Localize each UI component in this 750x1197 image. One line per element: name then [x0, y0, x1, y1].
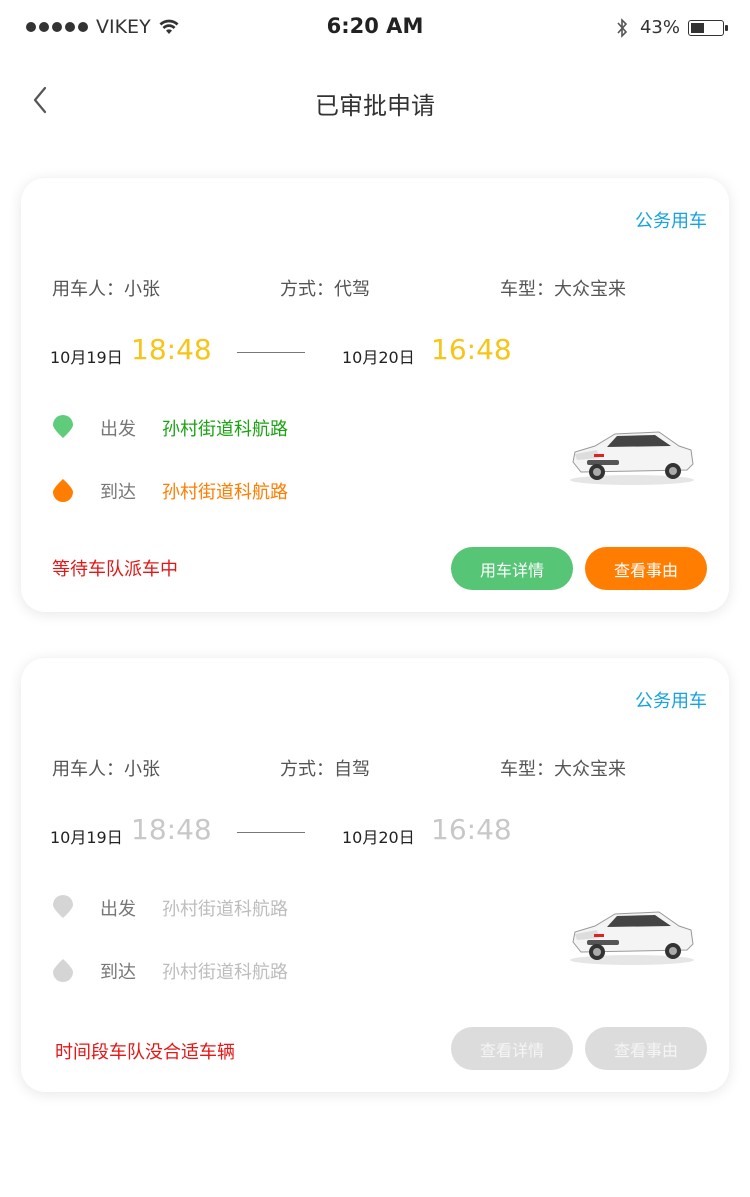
car-model: 车型：大众宝来	[500, 279, 626, 300]
time-range: 10月19日 18:48 10月20日 16:48	[50, 333, 710, 373]
start-date: 10月19日	[50, 348, 123, 367]
departure-pin-icon	[53, 895, 73, 918]
drive-mode: 方式：自驾	[280, 759, 370, 780]
departure-pin-icon	[53, 415, 73, 438]
arrival-row: 到达 孙村街道科航路	[52, 476, 452, 506]
car-details-button[interactable]: 用车详情	[451, 547, 573, 590]
time-range: 10月19日 18:48 10月20日 16:48	[50, 813, 710, 853]
arrival-label: 到达	[100, 962, 136, 983]
time-separator	[237, 832, 305, 833]
departure-address: 孙村街道科航路	[162, 419, 288, 440]
time-separator	[237, 352, 305, 353]
departure-label: 出发	[100, 899, 136, 920]
approval-status: 等待车队派车中	[52, 559, 178, 580]
departure-row: 出发 孙村街道科航路	[52, 893, 452, 923]
start-time: 18:48	[131, 333, 212, 366]
end-time: 16:48	[431, 813, 512, 846]
arrival-address: 孙村街道科航路	[162, 482, 288, 503]
status-right: 43%	[616, 17, 728, 38]
battery-percent: 43%	[639, 17, 680, 38]
approval-status: 时间段车队没合适车辆	[55, 1042, 235, 1063]
arrival-pin-icon	[53, 479, 73, 502]
view-details-button[interactable]: 查看详情	[451, 1027, 573, 1070]
status-bar: VIKEY 6:20 AM 43%	[0, 0, 750, 56]
departure-address: 孙村街道科航路	[162, 899, 288, 920]
car-type-tag: 公务用车	[635, 691, 707, 712]
user-name: 用车人：小张	[52, 279, 160, 300]
page-title: 已审批申请	[315, 92, 435, 120]
view-reason-button[interactable]: 查看事由	[585, 547, 707, 590]
end-time: 16:48	[431, 333, 512, 366]
arrival-pin-icon	[53, 959, 73, 982]
application-card[interactable]: 公务用车 用车人：小张 方式：代驾 车型：大众宝来 10月19日 18:48 1…	[21, 178, 729, 612]
arrival-address: 孙村街道科航路	[162, 962, 288, 983]
application-card[interactable]: 公务用车 用车人：小张 方式：自驾 车型：大众宝来 10月19日 18:48 1…	[21, 658, 729, 1092]
start-date: 10月19日	[50, 828, 123, 847]
end-date: 10月20日	[342, 828, 415, 847]
view-reason-button[interactable]: 查看事由	[585, 1027, 707, 1070]
battery-icon	[688, 19, 728, 36]
arrival-row: 到达 孙村街道科航路	[52, 956, 452, 986]
car-type-tag: 公务用车	[635, 211, 707, 232]
user-name: 用车人：小张	[52, 759, 160, 780]
nav-bar: 已审批申请	[0, 56, 750, 144]
car-image	[570, 431, 694, 485]
car-image	[570, 911, 694, 965]
departure-label: 出发	[100, 419, 136, 440]
drive-mode: 方式：代驾	[280, 279, 370, 300]
start-time: 18:48	[131, 813, 212, 846]
bluetooth-icon	[617, 17, 628, 38]
end-date: 10月20日	[342, 348, 415, 367]
departure-row: 出发 孙村街道科航路	[52, 413, 452, 443]
arrival-label: 到达	[100, 482, 136, 503]
car-model: 车型：大众宝来	[500, 759, 626, 780]
